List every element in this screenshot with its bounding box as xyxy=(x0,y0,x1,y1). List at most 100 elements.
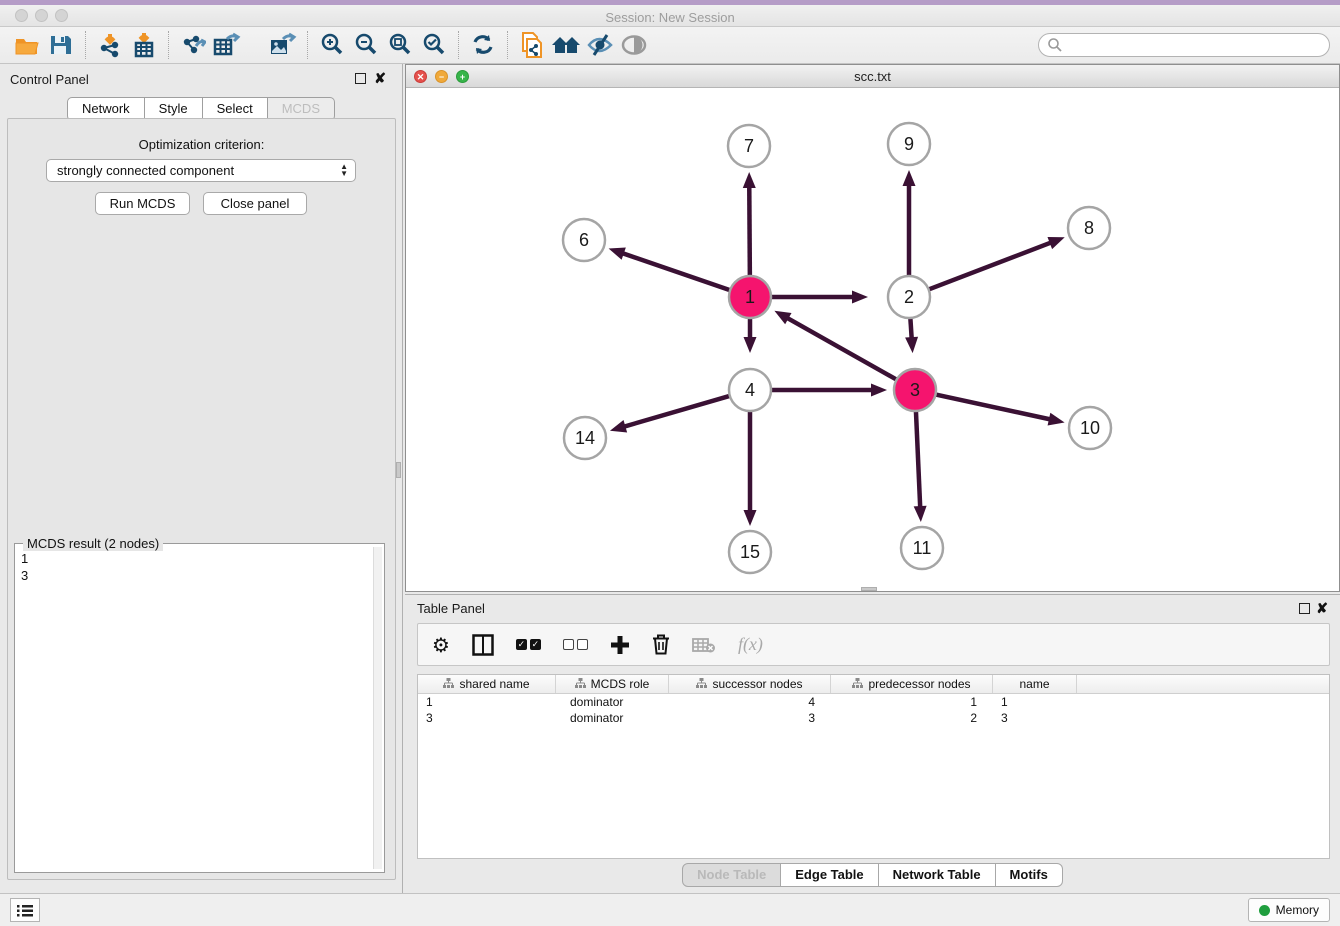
table-header-row: shared nameMCDS rolesuccessor nodesprede… xyxy=(418,675,1329,694)
apply-function-icon[interactable]: f(x) xyxy=(738,634,763,655)
column-header-MCDS-role[interactable]: MCDS role xyxy=(556,675,669,693)
column-header-name[interactable]: name xyxy=(993,675,1077,693)
zoom-in-icon[interactable] xyxy=(315,30,349,60)
column-header-successor-nodes[interactable]: successor nodes xyxy=(669,675,831,693)
arrowhead-icon xyxy=(609,247,626,259)
delete-table-icon[interactable] xyxy=(692,636,716,654)
edge-2-8[interactable] xyxy=(927,240,1057,290)
memory-button[interactable]: Memory xyxy=(1248,898,1330,922)
apply-layout-icon[interactable] xyxy=(466,30,500,60)
tab-network-table[interactable]: Network Table xyxy=(879,863,996,887)
table-row[interactable]: 3dominator323 xyxy=(418,710,1329,726)
mcds-panel-body: Optimization criterion: strongly connect… xyxy=(7,118,396,880)
close-panel-icon[interactable]: ✘ xyxy=(374,73,386,84)
edge-4-14[interactable] xyxy=(618,395,731,428)
node-label-10: 10 xyxy=(1080,418,1100,438)
table-row[interactable]: 1dominator411 xyxy=(418,694,1329,710)
run-mcds-button[interactable]: Run MCDS xyxy=(95,192,190,215)
main-toolbar xyxy=(0,27,1340,64)
arrowhead-icon xyxy=(914,506,927,522)
cell-successor-nodes: 4 xyxy=(669,694,831,710)
node-label-15: 15 xyxy=(740,542,760,562)
titlebar: Session: New Session xyxy=(0,5,1340,27)
tab-node-table[interactable]: Node Table xyxy=(682,863,781,887)
float-panel-icon[interactable] xyxy=(355,73,366,84)
duplicate-network-icon[interactable] xyxy=(515,30,549,60)
table-body: 1dominator4113dominator323 xyxy=(418,694,1329,726)
splitter-grip[interactable] xyxy=(396,462,401,478)
criterion-dropdown[interactable]: strongly connected component ▲▼ xyxy=(46,159,356,182)
column-panel-icon[interactable] xyxy=(472,634,494,656)
chevron-up-down-icon: ▲▼ xyxy=(340,164,348,177)
save-session-icon[interactable] xyxy=(44,30,78,60)
cell-successor-nodes: 3 xyxy=(669,710,831,726)
deselect-all-checkboxes-icon[interactable] xyxy=(563,639,588,650)
node-label-7: 7 xyxy=(744,136,754,156)
birds-eye-view-icon[interactable] xyxy=(617,30,651,60)
mcds-result-text: 1 3 xyxy=(17,550,369,584)
edge-1-6[interactable] xyxy=(617,251,732,291)
table-settings-icon[interactable]: ⚙ xyxy=(432,633,450,657)
arrowhead-icon xyxy=(1047,237,1064,249)
toggle-graphics-details-icon[interactable] xyxy=(583,30,617,60)
node-label-14: 14 xyxy=(575,428,595,448)
arrowhead-icon xyxy=(744,337,757,353)
cell-shared-name: 1 xyxy=(418,694,556,710)
close-panel-icon[interactable]: ✘ xyxy=(1316,603,1328,614)
import-table-icon[interactable] xyxy=(127,30,161,60)
column-header-shared-name[interactable]: shared name xyxy=(418,675,556,693)
arrowhead-icon xyxy=(903,170,916,186)
zoom-fit-icon[interactable] xyxy=(383,30,417,60)
export-image-icon[interactable] xyxy=(266,30,300,60)
export-network-icon[interactable] xyxy=(176,30,210,60)
toolbar-separator xyxy=(507,31,508,59)
column-header-predecessor-nodes[interactable]: predecessor nodes xyxy=(831,675,993,693)
tab-edge-table[interactable]: Edge Table xyxy=(781,863,878,887)
toolbar-separator xyxy=(168,31,169,59)
edge-3-10[interactable] xyxy=(934,394,1056,421)
optimization-criterion-label: Optimization criterion: xyxy=(8,137,395,152)
hierarchy-icon xyxy=(852,677,863,691)
control-panel: Control Panel ✘ NetworkStyleSelectMCDS O… xyxy=(0,64,403,893)
toolbar-separator xyxy=(307,31,308,59)
splitter-grip[interactable] xyxy=(861,587,877,591)
window-title: Session: New Session xyxy=(0,10,1340,25)
task-history-button[interactable] xyxy=(10,898,40,922)
node-label-3: 3 xyxy=(910,380,920,400)
node-label-9: 9 xyxy=(904,134,914,154)
network-graph-canvas[interactable]: 7968124314101511 xyxy=(406,88,1339,591)
edge-1-7[interactable] xyxy=(749,181,750,278)
select-all-checkboxes-icon[interactable]: ✓✓ xyxy=(516,639,541,650)
edge-3-1[interactable] xyxy=(782,315,898,381)
node-table: shared nameMCDS rolesuccessor nodesprede… xyxy=(417,674,1330,859)
network-view-window: ✕ − + scc.txt 7968124314101511 xyxy=(405,64,1340,592)
cell-MCDS-role: dominator xyxy=(556,710,669,726)
zoom-out-icon[interactable] xyxy=(349,30,383,60)
export-table-icon[interactable] xyxy=(210,30,244,60)
memory-label: Memory xyxy=(1276,903,1319,917)
node-label-4: 4 xyxy=(745,380,755,400)
network-home-icon[interactable] xyxy=(549,30,583,60)
cell-name: 1 xyxy=(993,694,1077,710)
close-panel-button[interactable]: Close panel xyxy=(203,192,307,215)
import-network-icon[interactable] xyxy=(93,30,127,60)
mcds-result-title: MCDS result (2 nodes) xyxy=(23,536,163,551)
float-panel-icon[interactable] xyxy=(1299,603,1310,614)
cell-shared-name: 3 xyxy=(418,710,556,726)
hierarchy-icon xyxy=(575,677,586,691)
search-input[interactable] xyxy=(1038,33,1330,57)
tab-motifs[interactable]: Motifs xyxy=(996,863,1063,887)
arrowhead-icon xyxy=(1048,413,1065,426)
toolbar-separator xyxy=(85,31,86,59)
result-scrollbar[interactable] xyxy=(373,547,382,869)
arrowhead-icon xyxy=(743,172,756,188)
delete-row-icon[interactable] xyxy=(652,634,670,655)
cell-MCDS-role: dominator xyxy=(556,694,669,710)
table-panel-tabs: Node TableEdge TableNetwork TableMotifs xyxy=(405,863,1340,887)
network-window-titlebar: ✕ − + scc.txt xyxy=(406,65,1339,88)
add-row-icon[interactable] xyxy=(610,635,630,655)
zoom-selected-icon[interactable] xyxy=(417,30,451,60)
node-label-11: 11 xyxy=(913,538,932,558)
open-session-icon[interactable] xyxy=(10,30,44,60)
edge-3-11[interactable] xyxy=(916,409,921,513)
